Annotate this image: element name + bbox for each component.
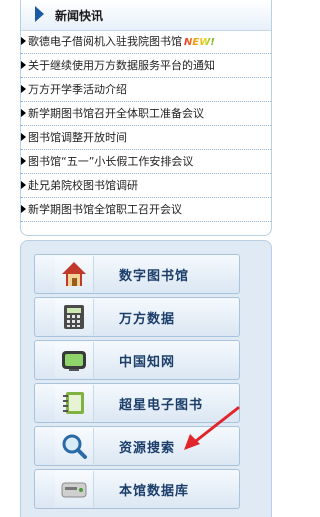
- news-title: 新闻快讯: [55, 9, 104, 23]
- news-item-label[interactable]: 关于继续使用万方数据服务平台的通知: [28, 54, 215, 77]
- bullet-arrow-icon: [21, 181, 26, 189]
- calculator-icon: [55, 299, 94, 335]
- link-label: 中国知网: [119, 355, 176, 370]
- news-item[interactable]: 歌德电子借阅机入驻我院图书馆 NEW!: [21, 30, 271, 54]
- disk-drive-icon: [55, 471, 94, 507]
- new-badge: NEW!: [184, 37, 215, 48]
- cnki-button[interactable]: 中国知网: [34, 340, 240, 380]
- news-item[interactable]: 赴兄弟院校图书馆调研: [21, 174, 271, 198]
- annotation-arrow-icon: [184, 406, 240, 450]
- news-item-label[interactable]: 图书馆“五一”小长假工作安排会议: [28, 150, 193, 173]
- bullet-arrow-icon: [21, 37, 26, 45]
- monitor-icon: [55, 342, 94, 378]
- news-item-label[interactable]: 新学期图书馆召开全体职工准备会议: [28, 102, 204, 125]
- bullet-arrow-icon: [21, 133, 26, 141]
- news-item[interactable]: 万方开学季活动介绍: [21, 78, 271, 102]
- bullet-arrow-icon: [21, 157, 26, 165]
- link-label: 资源搜索: [119, 441, 176, 456]
- news-panel: 新闻快讯 歌德电子借阅机入驻我院图书馆 NEW! 关于继续使用万方数据服务平台的通…: [20, 0, 272, 236]
- news-item[interactable]: 图书馆“五一”小长假工作安排会议: [21, 150, 271, 174]
- header-arrow-icon: [35, 6, 44, 22]
- bullet-arrow-icon: [21, 109, 26, 117]
- magnifier-icon: [55, 428, 94, 464]
- bullet-arrow-icon: [21, 61, 26, 69]
- news-item-label[interactable]: 新学期图书馆全馆职工召开会议: [28, 198, 182, 221]
- news-item[interactable]: 关于继续使用万方数据服务平台的通知: [21, 54, 271, 78]
- news-item-label[interactable]: 万方开学季活动介绍: [28, 78, 127, 101]
- news-item-label[interactable]: 赴兄弟院校图书馆调研: [28, 174, 138, 197]
- notebook-icon: [55, 385, 94, 421]
- news-item-label[interactable]: 图书馆调整开放时间: [28, 126, 127, 149]
- digital-library-button[interactable]: 数字图书馆: [34, 254, 240, 294]
- news-item-label[interactable]: 歌德电子借阅机入驻我院图书馆: [28, 35, 182, 48]
- home-icon: [55, 256, 94, 292]
- news-list: 歌德电子借阅机入驻我院图书馆 NEW! 关于继续使用万方数据服务平台的通知 万方开…: [21, 30, 271, 222]
- link-label: 本馆数据库: [119, 484, 190, 499]
- news-item[interactable]: 图书馆调整开放时间: [21, 126, 271, 150]
- news-header: 新闻快讯: [21, 0, 271, 31]
- link-label: 万方数据: [119, 312, 176, 327]
- news-item[interactable]: 新学期图书馆召开全体职工准备会议: [21, 102, 271, 126]
- bullet-arrow-icon: [21, 85, 26, 93]
- wanfang-data-button[interactable]: 万方数据: [34, 297, 240, 337]
- library-database-button[interactable]: 本馆数据库: [34, 469, 240, 509]
- news-item[interactable]: 新学期图书馆全馆职工召开会议: [21, 198, 271, 222]
- bullet-arrow-icon: [21, 205, 26, 213]
- link-label: 数字图书馆: [119, 269, 190, 284]
